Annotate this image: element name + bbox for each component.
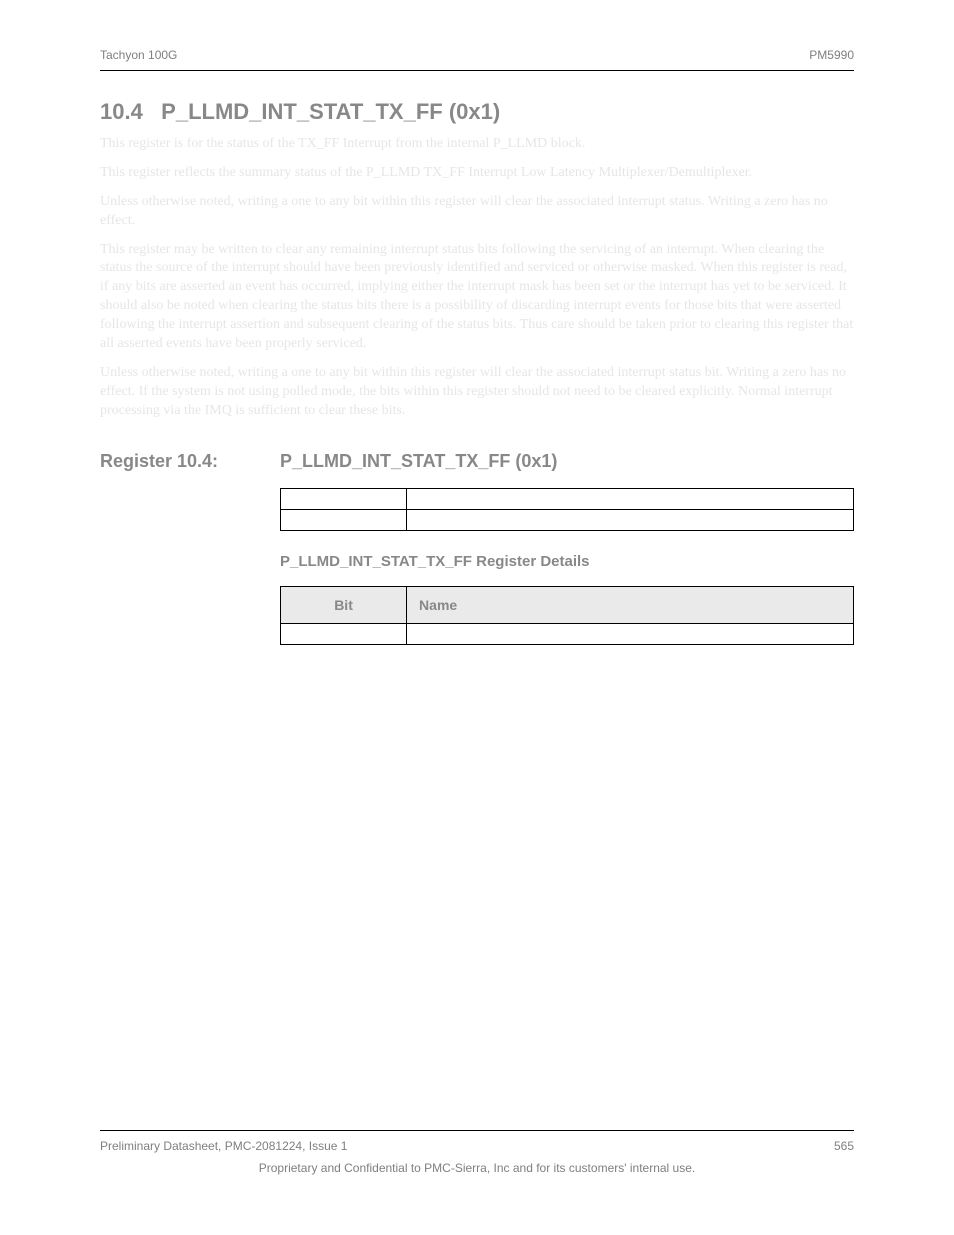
body-paragraph-2: This register reflects the summary statu…: [100, 164, 854, 183]
table-row: [281, 623, 854, 644]
register-fields-table: [280, 488, 854, 531]
cell-name: [407, 488, 854, 509]
footer-row-2: Proprietary and Confidential to PMC-Sier…: [100, 1153, 854, 1175]
footer-left: Preliminary Datasheet, PMC-2081224, Issu…: [100, 1139, 347, 1153]
footer-row-1: Preliminary Datasheet, PMC-2081224, Issu…: [100, 1131, 854, 1153]
header-rule: [100, 70, 854, 71]
register-title: P_LLMD_INT_STAT_TX_FF (0x1): [280, 451, 854, 472]
header-left: Tachyon 100G: [100, 48, 177, 62]
page-footer: Preliminary Datasheet, PMC-2081224, Issu…: [100, 1130, 854, 1175]
footer-right: 565: [834, 1139, 854, 1153]
cell-name: [407, 509, 854, 530]
footer-center: Proprietary and Confidential to PMC-Sier…: [259, 1161, 695, 1175]
register-details-table: Bit Name: [280, 586, 854, 645]
section-title: P_LLMD_INT_STAT_TX_FF (0x1): [161, 99, 500, 124]
section-number: 10.4: [100, 99, 143, 124]
col-header-name: Name: [407, 586, 854, 623]
body-paragraph-4: This register may be written to clear an…: [100, 241, 854, 354]
cell-name: [407, 623, 854, 644]
cell-bit: [281, 623, 407, 644]
register-subsection: Register 10.4: P_LLMD_INT_STAT_TX_FF (0x…: [100, 451, 854, 645]
header-right: PM5990: [809, 48, 854, 62]
cell-bit: [281, 509, 407, 530]
section-heading: 10.4 P_LLMD_INT_STAT_TX_FF (0x1): [100, 99, 854, 125]
col-header-bit: Bit: [281, 586, 407, 623]
body-paragraph-3: Unless otherwise noted, writing a one to…: [100, 193, 854, 231]
table-row: [281, 488, 854, 509]
table-header-row: Bit Name: [281, 586, 854, 623]
body-paragraph-1: This register is for the status of the T…: [100, 135, 854, 154]
register-content: P_LLMD_INT_STAT_TX_FF (0x1) P_LLMD_INT_S…: [280, 451, 854, 645]
cell-bit: [281, 488, 407, 509]
table-row: [281, 509, 854, 530]
details-table-title: P_LLMD_INT_STAT_TX_FF Register Details: [280, 553, 854, 570]
body-paragraph-5: Unless otherwise noted, writing a one to…: [100, 364, 854, 421]
page-header: Tachyon 100G PM5990: [100, 48, 854, 70]
register-label: Register 10.4:: [100, 451, 280, 472]
